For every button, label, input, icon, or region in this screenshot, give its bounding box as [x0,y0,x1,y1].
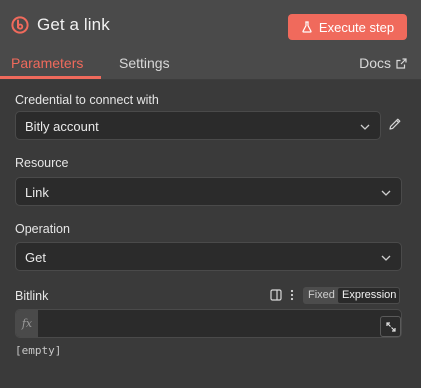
node-header: Get a link Execute step [0,0,421,50]
bitlink-expression-input[interactable]: fx [15,309,402,338]
resource-label: Resource [15,156,69,170]
bitlink-label: Bitlink [15,289,49,303]
operation-select[interactable]: Get [15,242,402,271]
docs-link[interactable]: Docs [359,55,407,71]
resource-select[interactable]: Link [15,177,402,206]
bitly-logo-icon [11,16,29,34]
resource-value: Link [25,185,49,200]
fixed-mode-option[interactable]: Fixed [304,288,339,303]
tab-parameters[interactable]: Parameters [11,55,83,71]
node-title: Get a link [37,15,110,34]
docs-label: Docs [359,55,391,71]
more-options-icon[interactable] [289,289,295,301]
credential-value: Bitly account [25,119,99,134]
external-link-icon [396,57,407,69]
empty-value-hint: [empty] [15,344,62,357]
credential-label: Credential to connect with [15,93,159,107]
tab-bar: Parameters Settings Docs [0,50,421,80]
expand-icon [385,321,396,332]
operation-value: Get [25,250,46,265]
fixed-expression-toggle: Fixed Expression [303,287,400,304]
tab-settings[interactable]: Settings [119,55,170,71]
active-tab-indicator [0,76,101,79]
expand-expression-button[interactable] [380,316,401,337]
execute-step-label: Execute step [318,19,395,35]
flask-icon [302,21,312,33]
expression-mode-option[interactable]: Expression [338,288,399,303]
operation-label: Operation [15,222,70,236]
credential-select[interactable]: Bitly account [15,111,381,140]
execute-step-button[interactable]: Execute step [288,14,407,40]
chevron-down-icon [360,124,370,130]
side-panel-icon[interactable] [270,289,282,301]
edit-credential-pencil-icon[interactable] [388,117,402,131]
chevron-down-icon [381,190,391,196]
chevron-down-icon [381,255,391,261]
fx-badge: fx [16,310,38,337]
